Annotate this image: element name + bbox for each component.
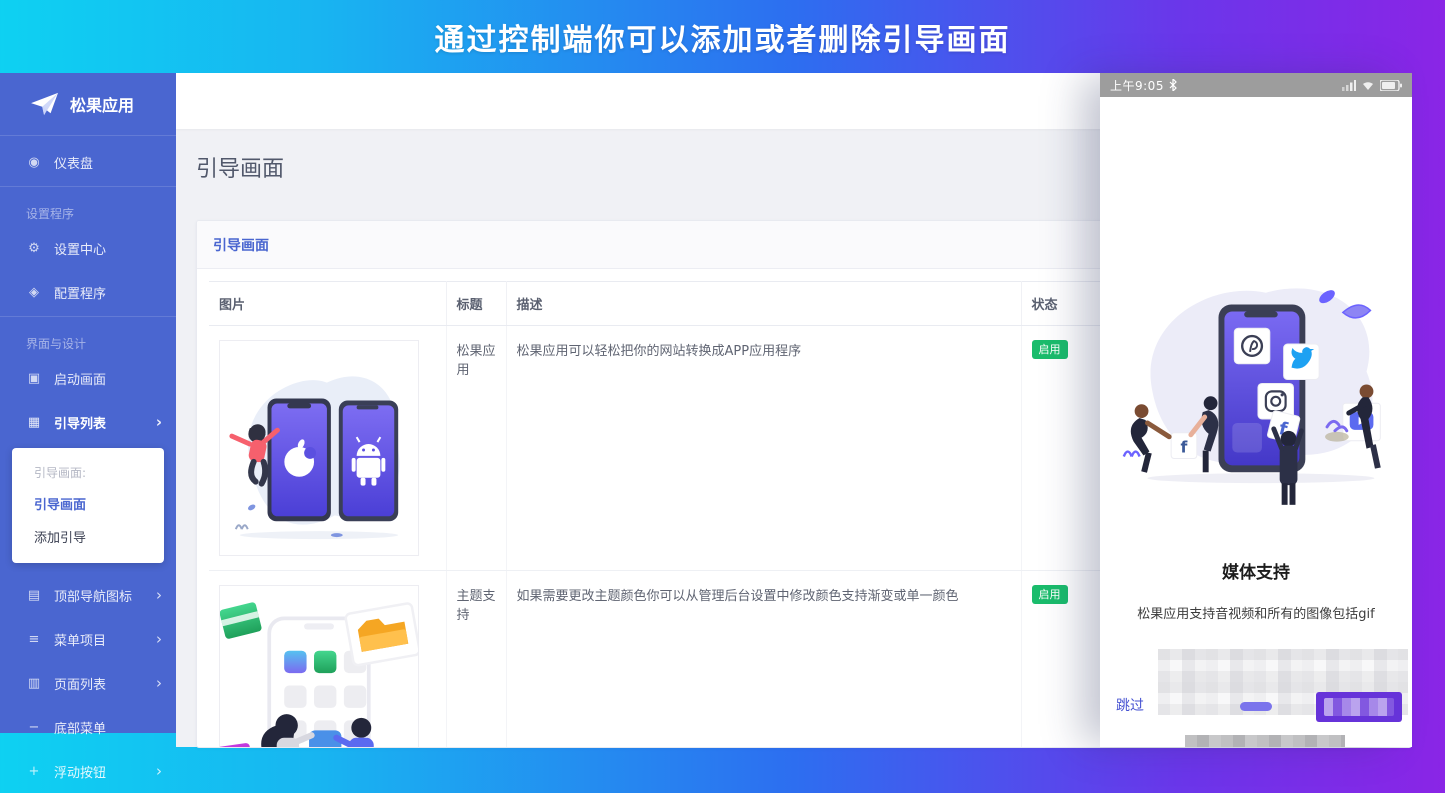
chevron-right-icon: › <box>156 413 162 431</box>
gear-icon: ⚙ <box>26 241 42 256</box>
guide-title-cell: 主题支持 <box>446 571 506 749</box>
guide-title-cell: 松果应用 <box>446 326 506 571</box>
phone-screen-subtitle: 松果应用支持音视频和所有的图像包括gif <box>1100 603 1412 622</box>
phone-preview: 上午9:05 <box>1100 73 1412 747</box>
column-header-desc: 描述 <box>506 282 1021 326</box>
chevron-right-icon: › <box>156 674 162 692</box>
battery-icon <box>1380 80 1402 91</box>
signal-icon <box>1342 80 1356 91</box>
configure-icon: ◈ <box>26 285 42 300</box>
media-support-illustration: f f <box>1108 253 1404 514</box>
sidebar-item-label: 页面列表 <box>54 674 106 693</box>
blurred-bottom-bar <box>1185 735 1345 747</box>
plus-icon: + <box>26 764 42 779</box>
sidebar-section-settings: 设置程序 <box>0 191 176 226</box>
top-nav-icon: ▤ <box>26 588 42 603</box>
divider <box>0 186 176 187</box>
sidebar-section-ui-design: 界面与设计 <box>0 321 176 356</box>
submenu-group-label: 引导画面: <box>12 458 164 487</box>
skip-link[interactable]: 跳过 <box>1116 695 1144 715</box>
divider <box>0 135 176 136</box>
menu-list-icon: ≡ <box>26 632 42 647</box>
sidebar-item-label: 底部菜单 <box>54 718 106 737</box>
bluetooth-icon <box>1169 79 1177 91</box>
sidebar: 松果应用 ◉ 仪表盘 设置程序 ⚙ 设置中心 ◈ 配置程序 界面与设计 ▣ 启动… <box>0 73 176 733</box>
submenu-item-add-guide[interactable]: 添加引导 <box>12 520 164 553</box>
card-title: 引导画面 <box>213 235 269 255</box>
sidebar-item-page-list[interactable]: ▥ 页面列表 › <box>0 661 176 705</box>
sidebar-item-label: 菜单项目 <box>54 630 106 649</box>
top-banner: 通过控制端你可以添加或者删除引导画面 <box>0 0 1445 73</box>
sidebar-item-bottom-menu[interactable]: − 底部菜单 <box>0 705 176 749</box>
paper-plane-icon <box>30 91 60 117</box>
sidebar-item-splash-screen[interactable]: ▣ 启动画面 <box>0 356 176 400</box>
phone-screen-title: 媒体支持 <box>1100 558 1412 583</box>
wifi-icon <box>1361 80 1375 91</box>
sidebar-item-label: 仪表盘 <box>54 153 93 172</box>
guide-desc-cell: 如果需要更改主题颜色你可以从管理后台设置中修改颜色支持渐变或单一颜色 <box>506 571 1021 749</box>
sidebar-item-label: 引导列表 <box>54 413 106 432</box>
sidebar-item-menu-items[interactable]: ≡ 菜单项目 › <box>0 617 176 661</box>
sidebar-item-label: 设置中心 <box>54 239 106 258</box>
sidebar-item-label: 浮动按钮 <box>54 762 106 781</box>
sidebar-item-top-nav-icons[interactable]: ▤ 顶部导航图标 › <box>0 573 176 617</box>
column-header-title: 标题 <box>446 282 506 326</box>
sidebar-item-configure-app[interactable]: ◈ 配置程序 <box>0 270 176 314</box>
sidebar-item-guide-list[interactable]: ▦ 引导列表 › <box>0 400 176 444</box>
app-name: 松果应用 <box>70 92 134 116</box>
svg-text:f: f <box>1181 438 1188 457</box>
sidebar-item-label: 顶部导航图标 <box>54 586 132 605</box>
app-logo[interactable]: 松果应用 <box>0 73 176 133</box>
page-indicator <box>1240 702 1272 711</box>
status-badge: 启用 <box>1032 340 1068 359</box>
guide-list-icon: ▦ <box>26 415 42 430</box>
divider <box>0 316 176 317</box>
splash-icon: ▣ <box>26 371 42 386</box>
sidebar-item-dashboard[interactable]: ◉ 仪表盘 <box>0 140 176 184</box>
status-time: 上午9:05 <box>1110 77 1164 94</box>
minus-icon: − <box>26 720 42 735</box>
guide-image-app-icons <box>219 585 419 748</box>
sidebar-item-label: 配置程序 <box>54 283 106 302</box>
blurred-button-label <box>1324 698 1394 716</box>
dashboard-icon: ◉ <box>26 155 42 170</box>
chevron-right-icon: › <box>156 586 162 604</box>
phone-statusbar: 上午9:05 <box>1100 73 1412 97</box>
guide-list-submenu: 引导画面: 引导画面 添加引导 <box>12 448 164 563</box>
page-list-icon: ▥ <box>26 676 42 691</box>
banner-text: 通过控制端你可以添加或者删除引导画面 <box>435 15 1011 59</box>
guide-image-phones <box>219 340 419 556</box>
submenu-item-guide-screen[interactable]: 引导画面 <box>12 487 164 520</box>
status-badge: 启用 <box>1032 585 1068 604</box>
chevron-right-icon: › <box>156 762 162 780</box>
phone-bottom-bar: 跳过 <box>1100 647 1412 747</box>
column-header-image: 图片 <box>209 282 446 326</box>
guide-desc-cell: 松果应用可以轻松把你的网站转换成APP应用程序 <box>506 326 1021 571</box>
sidebar-item-floating-button[interactable]: + 浮动按钮 › <box>0 749 176 793</box>
next-button[interactable] <box>1316 692 1402 722</box>
sidebar-item-settings-center[interactable]: ⚙ 设置中心 <box>0 226 176 270</box>
sidebar-item-label: 启动画面 <box>54 369 106 388</box>
chevron-right-icon: › <box>156 630 162 648</box>
